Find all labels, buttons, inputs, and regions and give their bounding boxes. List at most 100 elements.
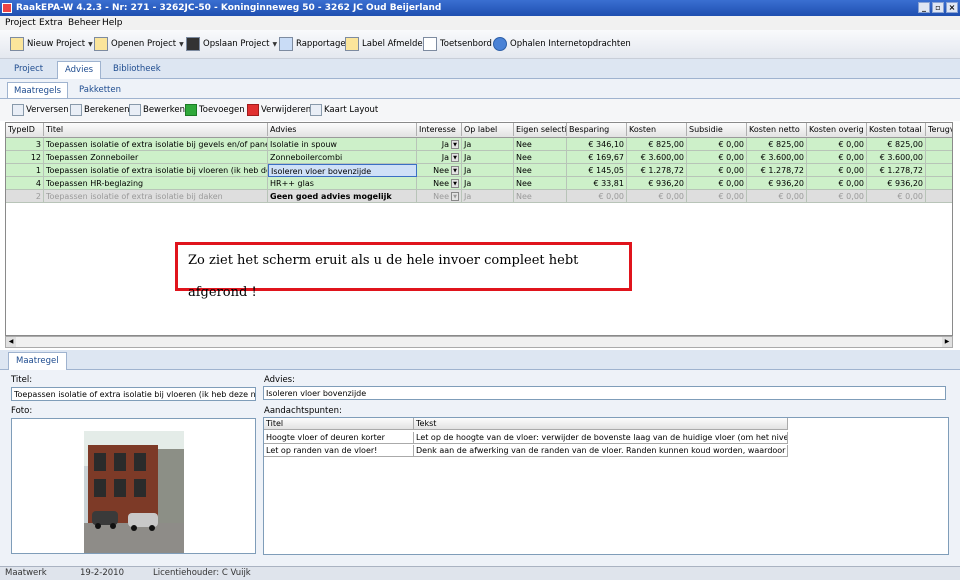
- col-aandacht-tekst[interactable]: Tekst: [414, 418, 788, 430]
- cell-interesse[interactable]: Nee ▼: [417, 164, 462, 177]
- table-row[interactable]: 2 Toepassen isolatie of extra isolatie b…: [6, 190, 952, 203]
- status-mode: Maatwerk: [5, 568, 47, 578]
- photo-frame[interactable]: [11, 418, 256, 554]
- foto-label: Foto:: [11, 406, 33, 416]
- cell-eigen: Nee: [514, 177, 567, 190]
- add-button[interactable]: Toevoegen: [185, 103, 245, 117]
- col-kosten-netto[interactable]: Kosten netto: [747, 123, 807, 136]
- chevron-down-icon[interactable]: ▼: [179, 41, 184, 48]
- cell-typeid: 3: [6, 138, 44, 151]
- scroll-left-icon[interactable]: ◀: [6, 337, 16, 347]
- open-project-button[interactable]: Openen Project ▼: [94, 36, 184, 52]
- refresh-button[interactable]: Verversen: [12, 103, 69, 117]
- cell-advies[interactable]: Isoleren vloer bovenzijde: [268, 164, 417, 177]
- col-besparing[interactable]: Besparing: [567, 123, 627, 136]
- col-kosten[interactable]: Kosten: [627, 123, 687, 136]
- cell-advies[interactable]: Zonneboilercombi: [268, 151, 417, 164]
- dropdown-arrow-icon[interactable]: ▼: [451, 192, 459, 201]
- interesse-value: Ja: [441, 153, 449, 162]
- cell-titel: Toepassen isolatie of extra isolatie bij…: [46, 138, 268, 151]
- dropdown-arrow-icon[interactable]: ▼: [451, 166, 459, 175]
- app-icon: [2, 3, 12, 13]
- aandachtspunten-table[interactable]: Titel Tekst Hoogte vloer of deuren korte…: [263, 417, 949, 555]
- titel-field[interactable]: Toepassen isolatie of extra isolatie bij…: [11, 387, 256, 401]
- cell-kosten: € 936,20: [627, 177, 687, 190]
- interesse-value: Nee: [433, 179, 449, 188]
- cell-interesse[interactable]: Nee ▼: [417, 177, 462, 190]
- cell-oplabel: Ja: [462, 190, 514, 203]
- keyboard-label: Toetsenbord: [440, 39, 492, 49]
- cell-kosten-totaal: € 825,00: [867, 138, 926, 151]
- label-signoff-label: Label Afmelden: [362, 39, 429, 49]
- cell-advies[interactable]: Isolatie in spouw: [268, 138, 417, 151]
- tab-project[interactable]: Project: [7, 61, 50, 78]
- close-button[interactable]: ×: [946, 2, 958, 13]
- dropdown-arrow-icon[interactable]: ▼: [451, 140, 459, 149]
- table-row[interactable]: 1 Toepassen isolatie of extra isolatie b…: [6, 164, 952, 177]
- col-eigen[interactable]: Eigen selectie: [514, 123, 567, 136]
- cell-interesse[interactable]: Ja ▼: [417, 138, 462, 151]
- layout-label: Kaart Layout: [324, 105, 379, 115]
- menu-help[interactable]: Help: [102, 16, 123, 30]
- save-project-button[interactable]: Opslaan Project ▼: [186, 36, 277, 52]
- col-terugv[interactable]: Terugv: [926, 123, 952, 136]
- label-signoff-button[interactable]: Label Afmelden: [345, 36, 428, 52]
- tab-pakketten[interactable]: Pakketten: [73, 82, 127, 98]
- chevron-down-icon[interactable]: ▼: [88, 41, 93, 48]
- minimize-button[interactable]: _: [918, 2, 930, 13]
- chevron-down-icon[interactable]: ▼: [272, 41, 277, 48]
- col-kosten-overig[interactable]: Kosten overig: [807, 123, 867, 136]
- report-button[interactable]: Rapportage: [279, 36, 346, 52]
- delete-button[interactable]: Verwijderen: [247, 103, 311, 117]
- tab-maatregels[interactable]: Maatregels: [7, 82, 69, 98]
- col-subsidie[interactable]: Subsidie: [687, 123, 747, 136]
- refresh-label: Verversen: [26, 105, 69, 115]
- edit-button[interactable]: Bewerken: [129, 103, 185, 117]
- dropdown-arrow-icon[interactable]: ▼: [451, 179, 459, 188]
- calculate-button[interactable]: Berekenen: [70, 103, 129, 117]
- col-interesse[interactable]: Interesse: [417, 123, 462, 136]
- measures-grid[interactable]: TypeID Titel Advies Interesse Op label E…: [5, 122, 953, 336]
- house-photo: [84, 431, 184, 553]
- layout-button[interactable]: Kaart Layout: [310, 103, 378, 117]
- horizontal-scrollbar[interactable]: ◀ ▶: [5, 336, 953, 348]
- menu-project[interactable]: Project: [5, 16, 36, 30]
- col-typeid[interactable]: TypeID: [6, 123, 44, 136]
- fetch-orders-button[interactable]: Ophalen Internetopdrachten: [493, 36, 631, 52]
- col-titel[interactable]: Titel: [44, 123, 268, 136]
- cell-interesse[interactable]: Nee ▼: [417, 190, 462, 203]
- status-bar: Maatwerk 19-2-2010 Licentiehouder: C Vui…: [0, 566, 960, 580]
- keyboard-button[interactable]: Toetsenbord: [423, 36, 492, 52]
- advies-field[interactable]: Isoleren vloer bovenzijde: [263, 386, 946, 400]
- dropdown-arrow-icon[interactable]: ▼: [451, 153, 459, 162]
- col-advies[interactable]: Advies: [268, 123, 417, 136]
- cell-titel: Toepassen Zonneboiler: [44, 151, 268, 164]
- col-kosten-totaal[interactable]: Kosten totaal: [867, 123, 926, 136]
- sub-tabs: Maatregels Pakketten: [0, 79, 960, 99]
- cell-advies[interactable]: Geen goed advies mogelijk: [268, 190, 417, 203]
- new-project-button[interactable]: Nieuw Project ▼: [10, 36, 93, 52]
- tab-maatregel[interactable]: Maatregel: [8, 352, 67, 370]
- aandacht-row-tekst[interactable]: Let op de hoogte van de vloer: verwijder…: [414, 432, 788, 444]
- maximize-button[interactable]: ▫: [932, 2, 944, 13]
- aandacht-row-titel[interactable]: Hoogte vloer of deuren korter: [264, 432, 414, 444]
- delete-icon: [247, 104, 259, 116]
- aandacht-row-tekst[interactable]: Denk aan de afwerking van de randen van …: [414, 445, 788, 457]
- title-bar: RaakEPA-W 4.2.3 - Nr: 271 - 3262JC-50 - …: [0, 0, 960, 16]
- table-row[interactable]: 3 Toepassen isolatie of extra isolatie b…: [6, 138, 952, 151]
- aandacht-row-titel[interactable]: Let op randen van de vloer!: [264, 445, 414, 457]
- tab-advies[interactable]: Advies: [57, 61, 102, 79]
- table-row[interactable]: 12 Toepassen Zonneboiler Zonneboilercomb…: [6, 151, 952, 164]
- cell-advies[interactable]: HR++ glas: [268, 177, 417, 190]
- cell-kosten-overig: € 0,00: [807, 164, 867, 177]
- tab-bibliotheek[interactable]: Bibliotheek: [106, 61, 168, 78]
- table-row[interactable]: 4 Toepassen HR-beglazing HR++ glas Nee ▼ …: [6, 177, 952, 190]
- col-aandacht-titel[interactable]: Titel: [264, 418, 414, 430]
- menu-beheer[interactable]: Beheer: [68, 16, 100, 30]
- cell-kosten-totaal: € 936,20: [867, 177, 926, 190]
- menu-extra[interactable]: Extra: [39, 16, 63, 30]
- cell-interesse[interactable]: Ja ▼: [417, 151, 462, 164]
- col-oplabel[interactable]: Op label: [462, 123, 514, 136]
- scroll-right-icon[interactable]: ▶: [942, 337, 952, 347]
- titel-label: Titel:: [11, 375, 33, 385]
